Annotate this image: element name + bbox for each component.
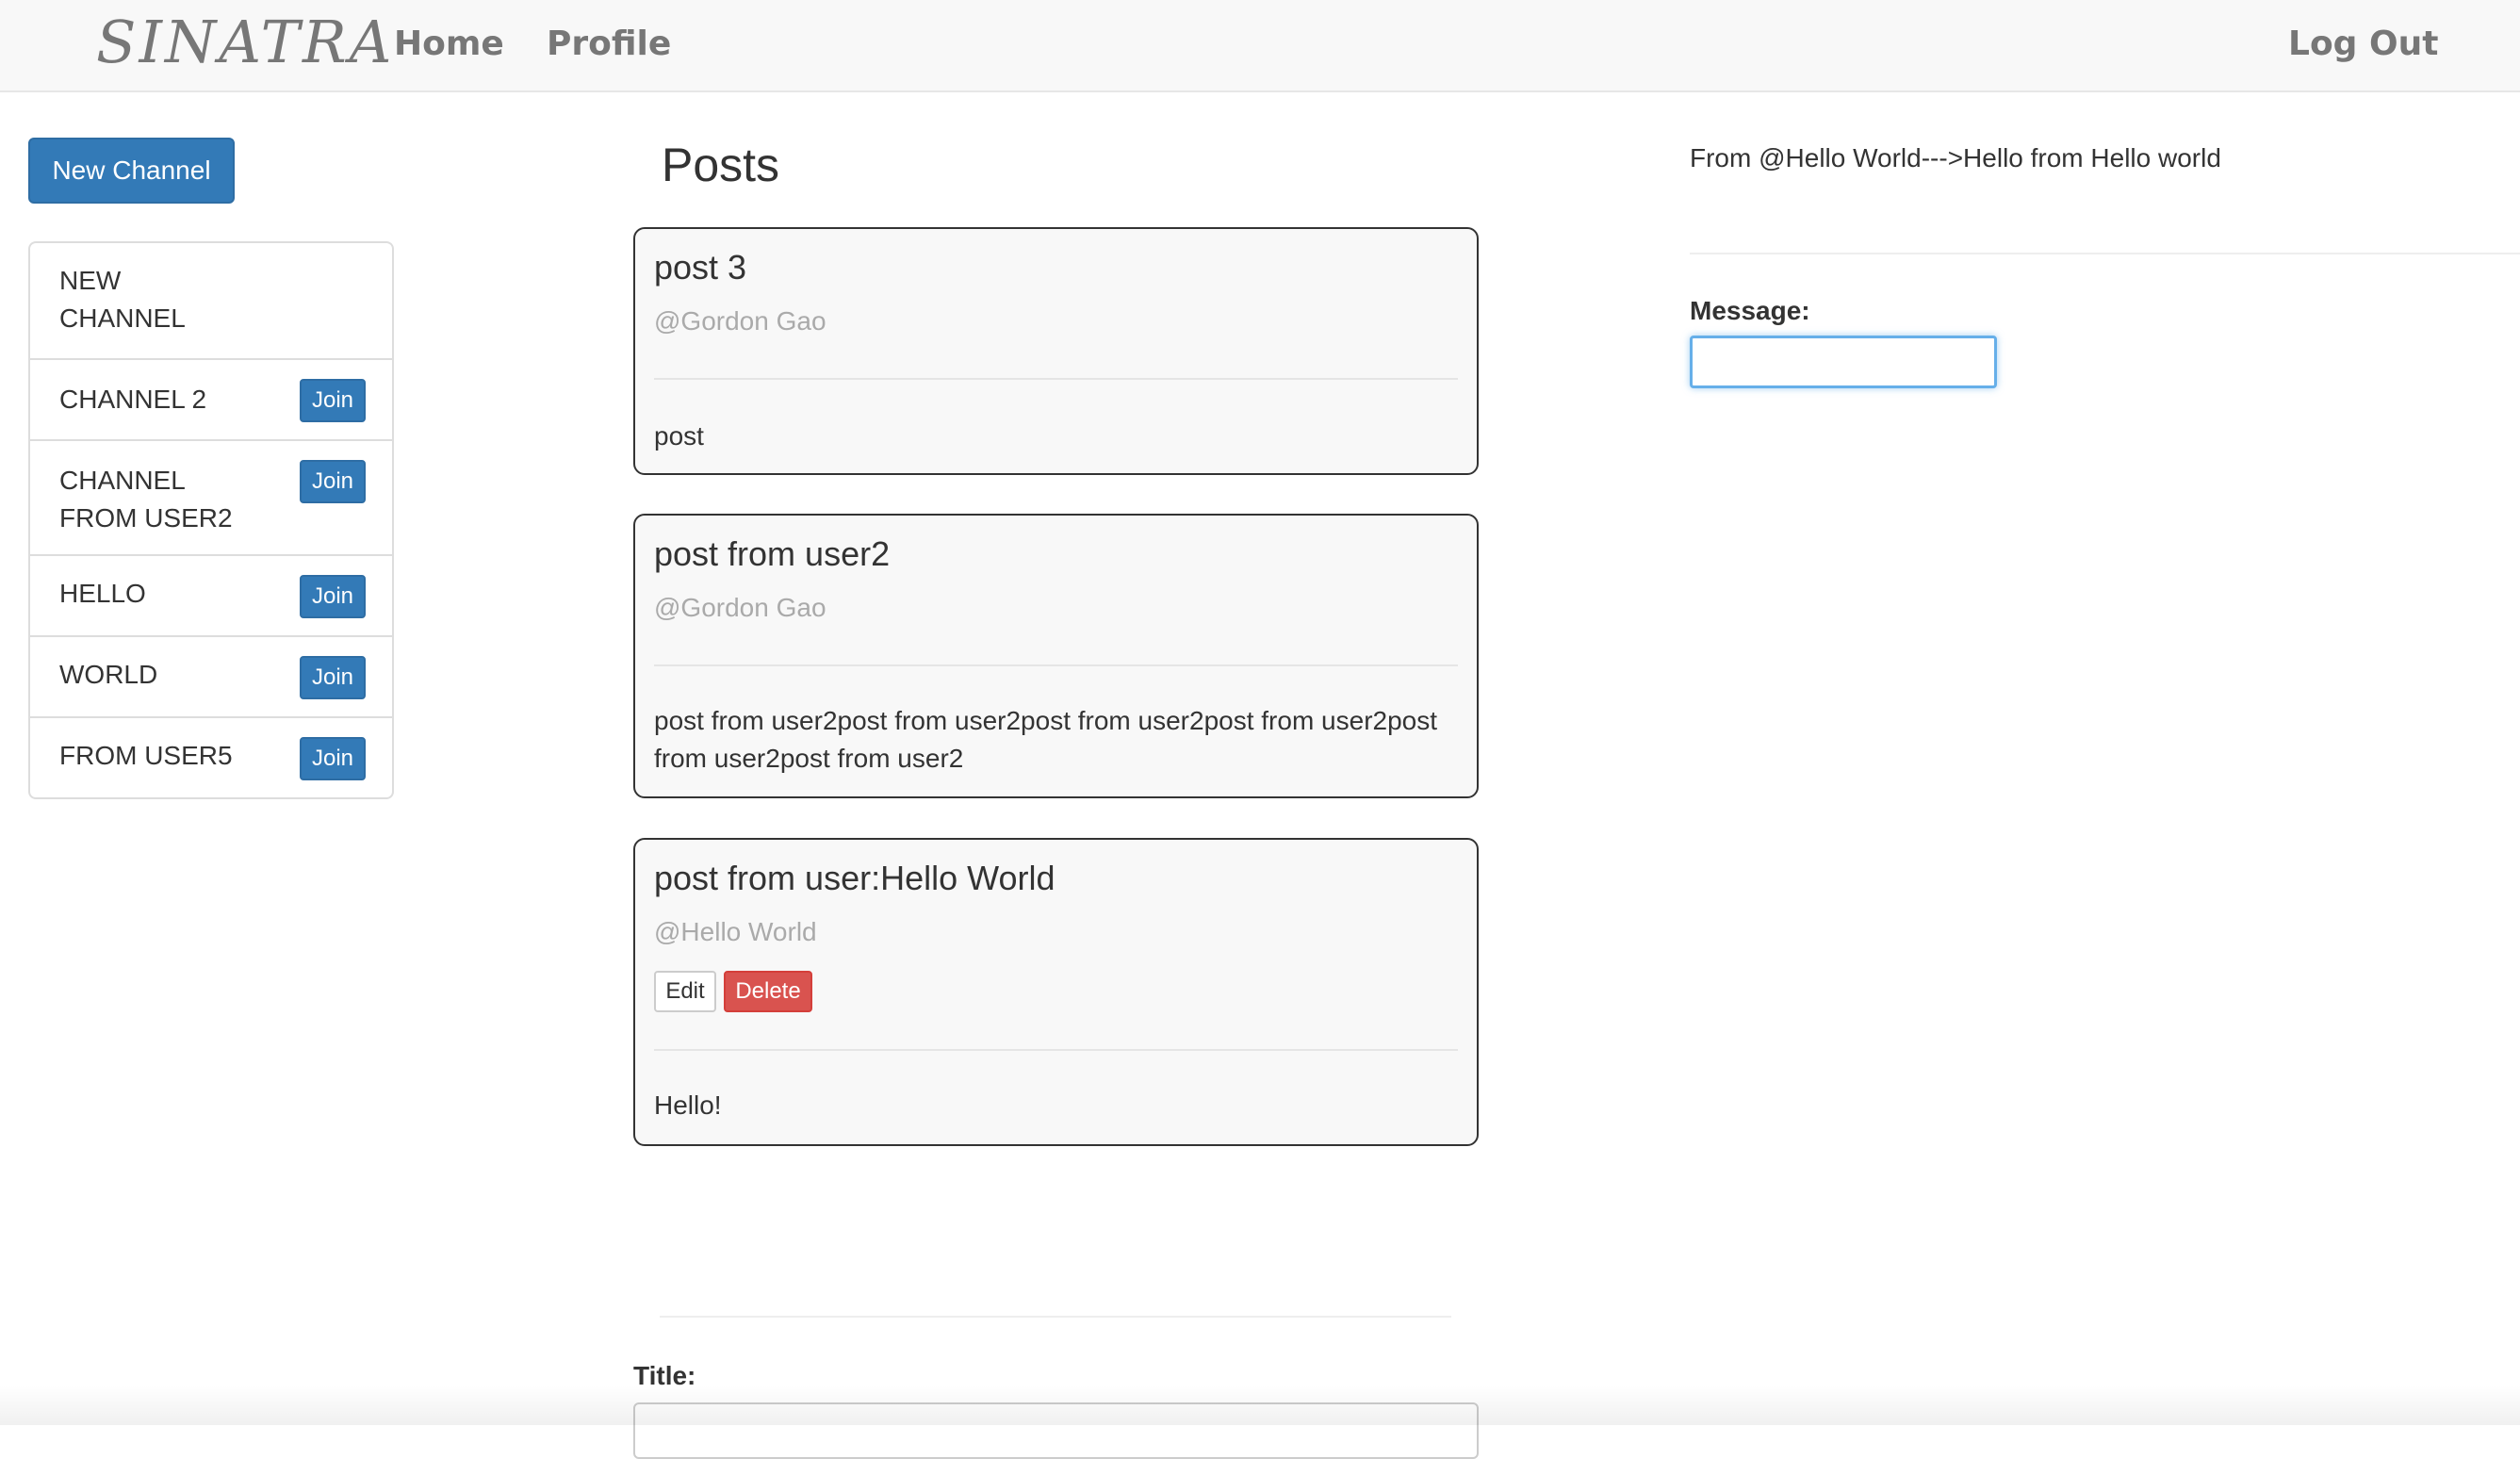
post-divider bbox=[654, 664, 1458, 666]
delete-post-button[interactable]: Delete bbox=[724, 971, 812, 1012]
channel-item[interactable]: CHANNEL FROM USER2 Join bbox=[30, 439, 392, 554]
post-divider bbox=[654, 1049, 1458, 1051]
join-channel-button[interactable]: Join bbox=[300, 656, 366, 699]
channel-list: NEW CHANNEL CHANNEL 2 Join CHANNEL FROM … bbox=[28, 241, 394, 799]
post-divider bbox=[654, 378, 1458, 380]
post-card: post from user:Hello World @Hello World … bbox=[633, 838, 1479, 1146]
post-author[interactable]: @Hello World bbox=[654, 917, 817, 947]
nav-profile-link[interactable]: Profile bbox=[547, 25, 671, 63]
channel-name: FROM USER5 bbox=[59, 741, 233, 770]
title-input[interactable] bbox=[633, 1402, 1479, 1459]
post-author[interactable]: @Gordon Gao bbox=[654, 306, 826, 336]
post-title: post from user2 bbox=[654, 534, 891, 573]
channel-item[interactable]: WORLD Join bbox=[30, 635, 392, 716]
brand-logo[interactable]: SINATRA bbox=[96, 8, 394, 76]
new-channel-button[interactable]: New Channel bbox=[28, 138, 235, 204]
join-channel-button[interactable]: Join bbox=[300, 737, 366, 780]
channel-name: WORLD bbox=[59, 660, 158, 689]
post-body: Hello! bbox=[654, 1090, 722, 1120]
form-divider bbox=[660, 1316, 1451, 1318]
channel-item[interactable]: HELLO Join bbox=[30, 554, 392, 635]
nav-logout-link[interactable]: Log Out bbox=[2288, 25, 2438, 63]
posts-heading: Posts bbox=[662, 139, 780, 191]
nav-home-link[interactable]: Home bbox=[394, 25, 504, 63]
post-title: post from user:Hello World bbox=[654, 859, 1055, 897]
message-label: Message: bbox=[1690, 296, 1810, 325]
post-card: post from user2 @Gordon Gao post from us… bbox=[633, 514, 1479, 798]
channel-name: CHANNEL 2 bbox=[59, 385, 207, 414]
channel-item[interactable]: NEW CHANNEL bbox=[30, 243, 392, 358]
post-body: post bbox=[654, 421, 704, 451]
join-channel-button[interactable]: Join bbox=[300, 575, 366, 618]
channel-name: NEW CHANNEL bbox=[59, 266, 186, 333]
title-label: Title: bbox=[633, 1361, 696, 1390]
post-author[interactable]: @Gordon Gao bbox=[654, 593, 826, 623]
channel-name: CHANNEL FROM USER2 bbox=[59, 466, 233, 533]
chat-message: From @Hello World--->Hello from Hello wo… bbox=[1690, 143, 2221, 172]
message-input[interactable] bbox=[1690, 336, 1997, 388]
post-body: post from user2post from user2post from … bbox=[654, 706, 1438, 773]
channel-name: HELLO bbox=[59, 579, 146, 608]
edit-post-button[interactable]: Edit bbox=[654, 971, 716, 1012]
post-title: post 3 bbox=[654, 248, 747, 287]
join-channel-button[interactable]: Join bbox=[300, 379, 366, 422]
chat-divider bbox=[1690, 253, 2520, 254]
top-navbar: SINATRA Home Profile Log Out bbox=[0, 0, 2520, 92]
join-channel-button[interactable]: Join bbox=[300, 460, 366, 503]
channel-item[interactable]: CHANNEL 2 Join bbox=[30, 358, 392, 439]
post-card: post 3 @Gordon Gao post bbox=[633, 227, 1479, 475]
channel-item[interactable]: FROM USER5 Join bbox=[30, 716, 392, 797]
